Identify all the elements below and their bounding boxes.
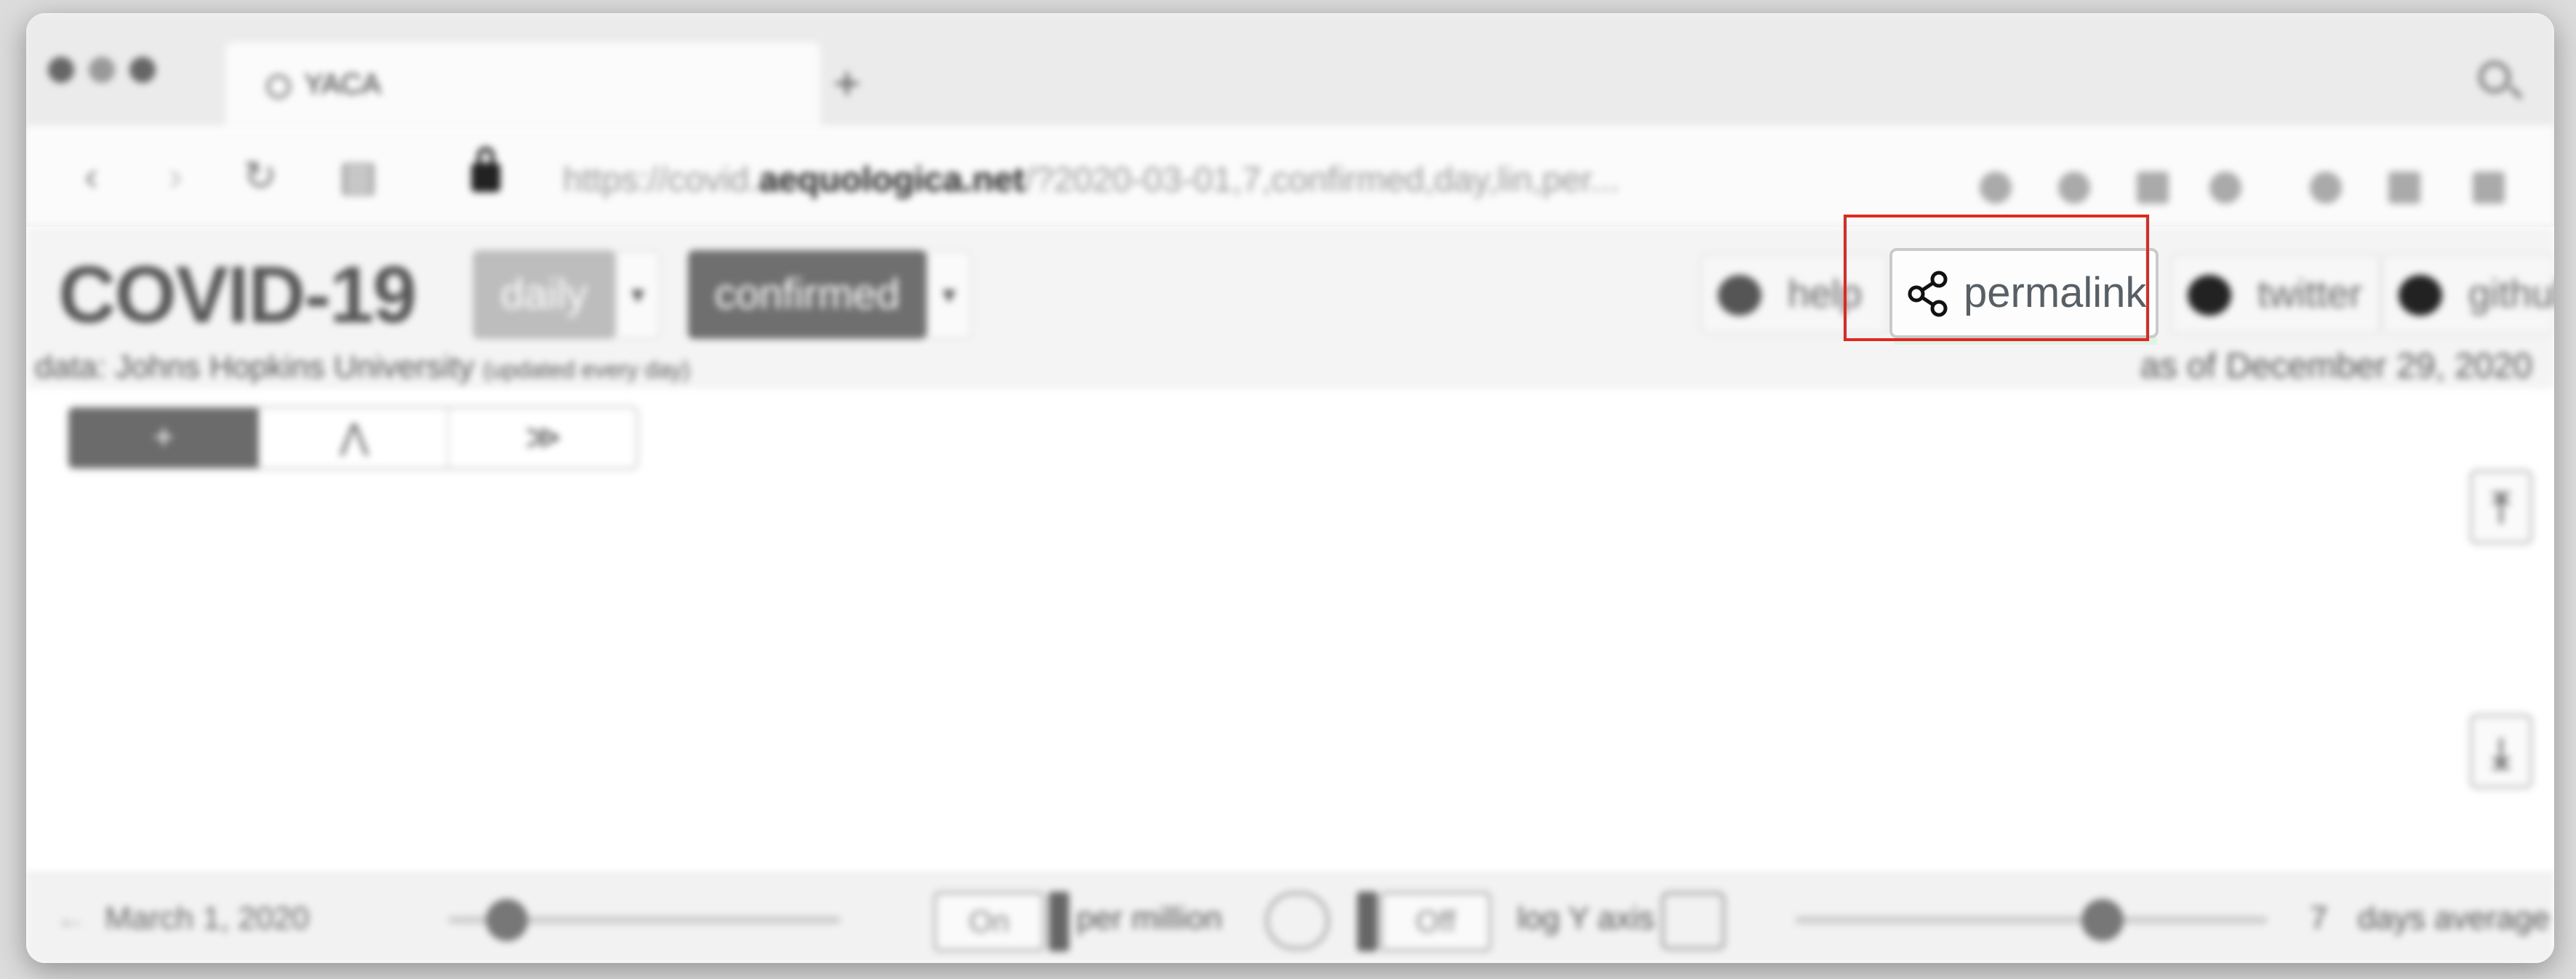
url-rest: /?2020-03-01,7,confirmed,day,lin,per... — [1024, 161, 1620, 199]
extension-icon[interactable] — [1980, 172, 2012, 204]
start-date-label: March 1, 2020 — [105, 900, 310, 936]
back-button[interactable]: ‹ — [84, 156, 98, 196]
start-arrow-icon[interactable]: ← — [55, 900, 87, 937]
heart-icon[interactable] — [2209, 172, 2241, 204]
segment-add[interactable]: + — [69, 408, 258, 468]
app-header: COVID-19 daily ▾ confirmed ▾ help twitte… — [26, 227, 2554, 388]
segment-forward[interactable]: ≫ — [447, 408, 636, 468]
globe-icon[interactable] — [2310, 172, 2342, 204]
per-million-toggle[interactable]: On — [934, 892, 1044, 951]
log-axis-label: log Y axis — [1517, 900, 1655, 936]
period-chevron-down-icon[interactable]: ▾ — [615, 250, 660, 339]
github-icon — [2399, 275, 2442, 316]
data-source: data: Johns Hopkins University (updated … — [35, 349, 690, 385]
reload-button[interactable]: ↻ — [243, 156, 277, 196]
log-axis-toggle[interactable]: Off — [1380, 892, 1491, 951]
tab-favicon-icon — [266, 74, 291, 99]
log-chart-icon — [1661, 892, 1725, 950]
per-million-label: per million — [1076, 900, 1223, 936]
chart-mode-segmented-control: + ⋀ ≫ — [67, 406, 639, 470]
minimize-window-button[interactable] — [89, 57, 115, 83]
per-million-toggle-handle[interactable] — [1049, 892, 1069, 951]
maximize-window-button[interactable] — [129, 57, 156, 83]
segment-top[interactable]: ⋀ — [258, 408, 449, 468]
average-label: days average — [2358, 900, 2551, 936]
controls-bar: ← March 1, 2020 On per million Off log Y… — [26, 873, 2554, 963]
scroll-top-button[interactable]: ⤒ — [2470, 470, 2532, 544]
url-domain: aequologica.net — [759, 161, 1025, 199]
scroll-bottom-button[interactable]: ⤓ — [2470, 714, 2532, 788]
close-window-button[interactable] — [48, 57, 74, 83]
data-source-text: data: Johns Hopkins University — [35, 349, 475, 385]
page-title: COVID-19 — [58, 250, 417, 340]
forward-button[interactable]: › — [169, 156, 183, 196]
average-slider-track[interactable] — [1795, 916, 2268, 924]
average-value: 7 — [2310, 900, 2328, 936]
date-slider-knob[interactable] — [486, 899, 528, 941]
highlight-box — [1844, 215, 2149, 341]
github-label: github — [2468, 272, 2554, 316]
browser-window: YACA + ‹ › ↻ ▤ https://covid.aequologica… — [26, 13, 2554, 963]
tab-yaca[interactable]: YACA — [225, 42, 820, 137]
menu-icon[interactable] — [2473, 172, 2505, 204]
twitter-label: twitter — [2257, 272, 2363, 316]
new-tab-button[interactable]: + — [833, 60, 860, 106]
as-of-date: as of December 29, 2020 — [2140, 347, 2532, 385]
twitter-button[interactable]: twitter — [2170, 253, 2381, 335]
log-toggle-handle[interactable] — [1357, 892, 1377, 951]
metric-chevron-down-icon[interactable]: ▾ — [927, 250, 972, 339]
settings-icon[interactable] — [2058, 172, 2090, 204]
people-icon — [1265, 892, 1329, 950]
url-prefix: https://covid. — [563, 161, 759, 199]
reader-view-button[interactable]: ▤ — [339, 156, 377, 196]
average-slider-knob[interactable] — [2081, 899, 2124, 941]
twitter-icon — [2188, 275, 2231, 316]
help-icon — [1718, 275, 1761, 316]
address-bar[interactable]: https://covid.aequologica.net/?2020-03-0… — [563, 160, 1620, 200]
play-icon[interactable] — [2137, 172, 2169, 204]
page-content: COVID-19 daily ▾ confirmed ▾ help twitte… — [26, 227, 2554, 963]
browser-toolbar: ‹ › ↻ ▤ https://covid.aequologica.net/?2… — [26, 127, 2554, 228]
period-dropdown[interactable]: daily — [473, 250, 615, 339]
data-source-note: (updated every day) — [483, 356, 690, 383]
search-tabs-icon[interactable] — [2479, 61, 2511, 93]
metric-dropdown[interactable]: confirmed — [688, 250, 927, 339]
download-icon[interactable] — [2388, 172, 2420, 204]
lock-icon — [471, 147, 500, 192]
github-button[interactable]: github — [2381, 253, 2554, 335]
tab-strip: YACA + — [26, 13, 2554, 137]
tab-title: YACA — [304, 68, 381, 100]
